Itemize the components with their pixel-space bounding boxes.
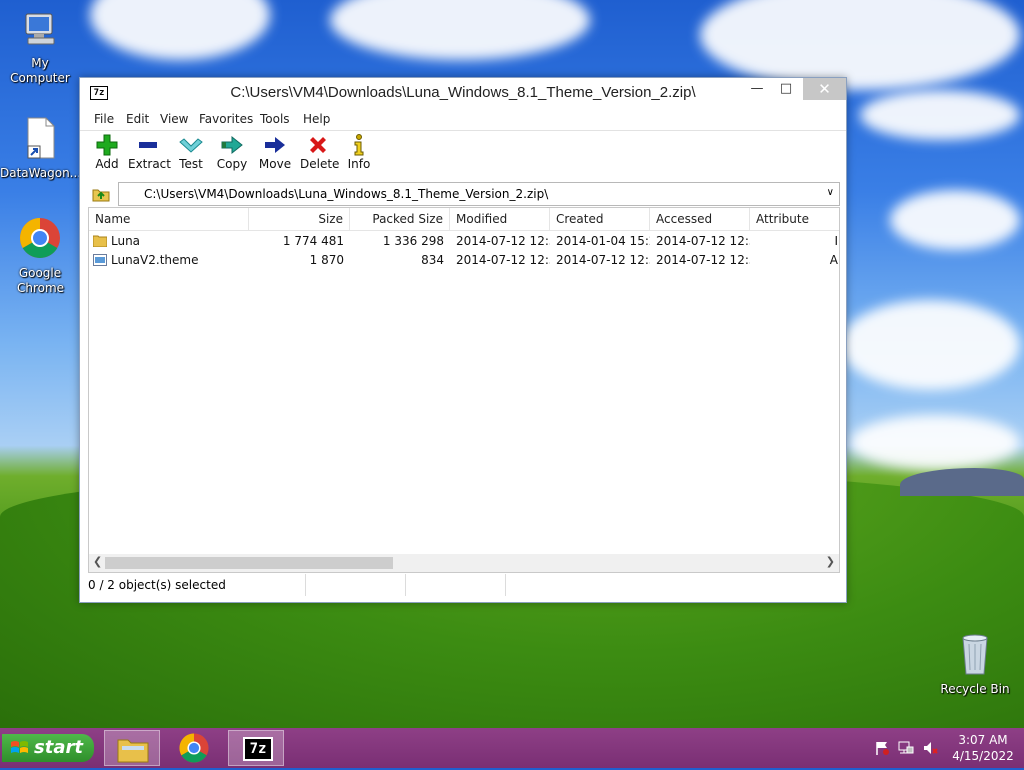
cell-size: 1 774 481	[282, 234, 344, 248]
flag-icon[interactable]	[874, 740, 890, 759]
cell-created: 2014-07-12 12:38	[556, 253, 650, 267]
info-button[interactable]: Info	[346, 133, 372, 171]
taskbar: start 7z 3:07 AM 4/15/2022	[0, 728, 1024, 768]
theme-file-icon	[93, 251, 109, 270]
start-button[interactable]: start	[2, 734, 94, 762]
recycle-bin-icon	[935, 630, 1015, 680]
clock[interactable]: 3:07 AM 4/15/2022	[948, 732, 1018, 764]
desktop-icon-my-computer[interactable]: My Computer	[0, 10, 80, 86]
close-button[interactable]: ✕	[803, 78, 846, 100]
cell-name: Luna	[111, 234, 141, 248]
copy-arrows-icon	[216, 133, 248, 157]
cell-attributes: I	[834, 234, 838, 248]
menu-file[interactable]: File	[94, 112, 114, 126]
scroll-right-icon[interactable]: ❯	[826, 555, 835, 568]
add-button[interactable]: Add	[92, 133, 122, 171]
start-label: start	[34, 737, 83, 758]
taskbar-file-explorer[interactable]	[104, 730, 160, 766]
scrollbar-thumb[interactable]	[105, 557, 393, 569]
cell-created: 2014-01-04 15:23	[556, 234, 650, 248]
address-bar: C:\Users\VM4\Downloads\Luna_Windows_8.1_…	[88, 182, 840, 206]
col-packed-size[interactable]: Packed Size	[350, 208, 450, 230]
scroll-left-icon[interactable]: ❮	[93, 555, 102, 568]
menu-favorites[interactable]: Favorites	[199, 112, 253, 126]
menu-bar: File Edit View Favorites Tools Help	[80, 108, 846, 131]
desktop-icon-label: Google Chrome	[17, 266, 65, 295]
desktop-icon-label: Recycle Bin	[940, 682, 1010, 696]
table-row[interactable]: LunaV2.theme 1 870 834 2014-07-12 12:38 …	[89, 251, 839, 270]
folder-up-icon	[92, 189, 110, 202]
col-accessed[interactable]: Accessed	[650, 208, 750, 230]
folder-icon	[117, 739, 149, 763]
col-name[interactable]: Name	[89, 208, 249, 230]
cell-packed: 1 336 298	[382, 234, 444, 248]
cell-name: LunaV2.theme	[111, 253, 199, 267]
minus-icon	[128, 133, 168, 157]
cell-accessed: 2014-07-12 12:38	[656, 253, 750, 267]
menu-edit[interactable]: Edit	[126, 112, 149, 126]
desktop-icon-label: DataWagon...	[0, 166, 82, 180]
title-bar[interactable]: 7z C:\Users\VM4\Downloads\Luna_Windows_8…	[80, 78, 846, 108]
move-button[interactable]: Move	[258, 133, 292, 171]
windows-logo-icon	[11, 741, 28, 753]
x-icon	[300, 133, 336, 157]
column-header: Name Size Packed Size Modified Created A…	[89, 208, 839, 231]
cell-size: 1 870	[309, 253, 344, 267]
document-shortcut-icon	[0, 116, 80, 164]
desktop-icon-label: My Computer	[10, 56, 70, 85]
7zip-icon: 7z	[243, 737, 273, 761]
table-row[interactable]: Luna 1 774 481 1 336 298 2014-07-12 12:3…	[89, 232, 839, 251]
test-button[interactable]: Test	[176, 133, 206, 171]
menu-tools[interactable]: Tools	[260, 112, 290, 126]
computer-icon	[0, 10, 80, 54]
maximize-button[interactable]: □	[772, 78, 800, 100]
desktop-icon-recycle-bin[interactable]: Recycle Bin	[935, 630, 1015, 697]
toolbar: Add Extract Test Copy Move Delete Info	[80, 131, 846, 181]
col-size[interactable]: Size	[249, 208, 350, 230]
horizontal-scrollbar[interactable]: ❮ ❯	[89, 554, 839, 572]
clock-time: 3:07 AM	[958, 733, 1008, 747]
chrome-icon	[0, 216, 80, 264]
cell-modified: 2014-07-12 12:38	[456, 253, 550, 267]
info-icon	[346, 133, 372, 157]
7zip-window[interactable]: 7z C:\Users\VM4\Downloads\Luna_Windows_8…	[79, 77, 847, 603]
extract-button[interactable]: Extract	[128, 133, 171, 171]
check-icon	[176, 133, 206, 157]
network-icon[interactable]	[898, 740, 914, 759]
col-attributes[interactable]: Attribute	[750, 208, 839, 230]
folder-icon	[93, 232, 109, 251]
status-selection: 0 / 2 object(s) selected	[80, 574, 306, 596]
file-list[interactable]: Name Size Packed Size Modified Created A…	[88, 207, 840, 573]
status-panel	[406, 574, 506, 596]
path-combobox[interactable]: C:\Users\VM4\Downloads\Luna_Windows_8.1_…	[118, 182, 840, 206]
col-created[interactable]: Created	[550, 208, 650, 230]
minimize-button[interactable]: —	[742, 78, 772, 100]
menu-help[interactable]: Help	[303, 112, 330, 126]
status-panel	[306, 574, 406, 596]
path-text: C:\Users\VM4\Downloads\Luna_Windows_8.1_…	[144, 187, 549, 201]
window-title: C:\Users\VM4\Downloads\Luna_Windows_8.1_…	[230, 84, 696, 101]
copy-button[interactable]: Copy	[216, 133, 248, 171]
plus-icon	[92, 133, 122, 157]
chevron-down-icon[interactable]: ∨	[827, 187, 834, 198]
taskbar-7zip[interactable]: 7z	[228, 730, 284, 766]
menu-view[interactable]: View	[160, 112, 188, 126]
cell-packed: 834	[421, 253, 444, 267]
up-folder-button[interactable]	[92, 185, 110, 203]
status-bar: 0 / 2 object(s) selected	[80, 574, 846, 598]
cell-accessed: 2014-07-12 12:38	[656, 234, 750, 248]
desktop-icon-google-chrome[interactable]: Google Chrome	[0, 216, 80, 296]
delete-button[interactable]: Delete	[300, 133, 339, 171]
cell-attributes: A	[829, 253, 838, 267]
right-arrow-icon	[258, 133, 292, 157]
col-modified[interactable]: Modified	[450, 208, 550, 230]
volume-muted-icon[interactable]	[922, 740, 938, 759]
chrome-icon	[179, 733, 209, 763]
clock-date: 4/15/2022	[952, 749, 1014, 763]
taskbar-google-chrome[interactable]	[166, 730, 222, 766]
cell-modified: 2014-07-12 12:38	[456, 234, 550, 248]
status-panel	[506, 574, 840, 596]
desktop-icon-datawagon[interactable]: DataWagon...	[0, 116, 82, 181]
